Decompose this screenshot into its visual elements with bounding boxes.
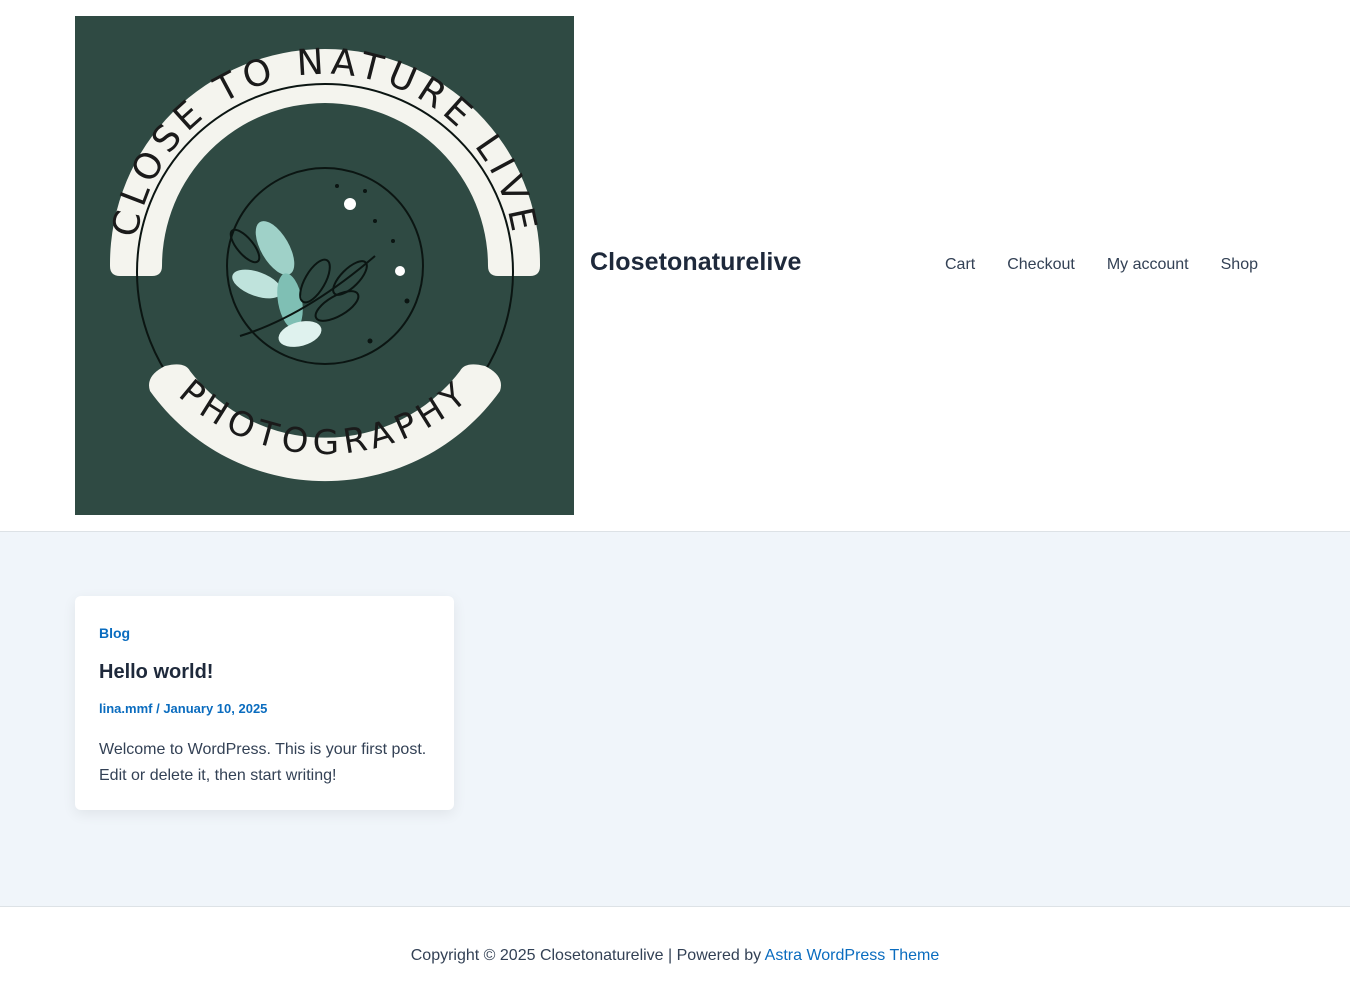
nav-item-cart[interactable]: Cart bbox=[929, 254, 991, 276]
content-area: Blog Hello world! lina.mmf / January 10,… bbox=[0, 532, 1350, 906]
footer-theme-link[interactable]: Astra WordPress Theme bbox=[765, 947, 940, 964]
footer-copyright-text: Copyright © 2025 Closetonaturelive | Pow… bbox=[410, 947, 765, 964]
nav-item-checkout[interactable]: Checkout bbox=[991, 254, 1091, 276]
footer-copyright: Copyright © 2025 Closetonaturelive | Pow… bbox=[0, 947, 1350, 965]
nav-item-my-account[interactable]: My account bbox=[1091, 254, 1205, 276]
site-title[interactable]: Closetonaturelive bbox=[590, 248, 801, 277]
post-excerpt: Welcome to WordPress. This is your first… bbox=[99, 741, 427, 784]
nav-item-shop[interactable]: Shop bbox=[1205, 254, 1274, 276]
post-category-link[interactable]: Blog bbox=[99, 625, 130, 641]
site-header: CLOSE TO NATURE LIVE PHOTOGRAPHY Closeto… bbox=[0, 0, 1350, 532]
site-footer: Copyright © 2025 Closetonaturelive | Pow… bbox=[0, 906, 1350, 1007]
logo-inner-circle bbox=[226, 167, 424, 365]
post-title-link[interactable]: Hello world! bbox=[99, 661, 430, 684]
post-meta: lina.mmf / January 10, 2025 bbox=[99, 701, 430, 716]
post-card: Blog Hello world! lina.mmf / January 10,… bbox=[75, 596, 454, 810]
site-logo[interactable]: CLOSE TO NATURE LIVE PHOTOGRAPHY bbox=[75, 16, 574, 515]
post-author-link[interactable]: lina.mmf bbox=[99, 701, 152, 716]
primary-navigation: Cart Checkout My account Shop bbox=[929, 254, 1274, 276]
post-date-link[interactable]: January 10, 2025 bbox=[163, 701, 267, 716]
logo-image: CLOSE TO NATURE LIVE PHOTOGRAPHY bbox=[75, 16, 574, 515]
